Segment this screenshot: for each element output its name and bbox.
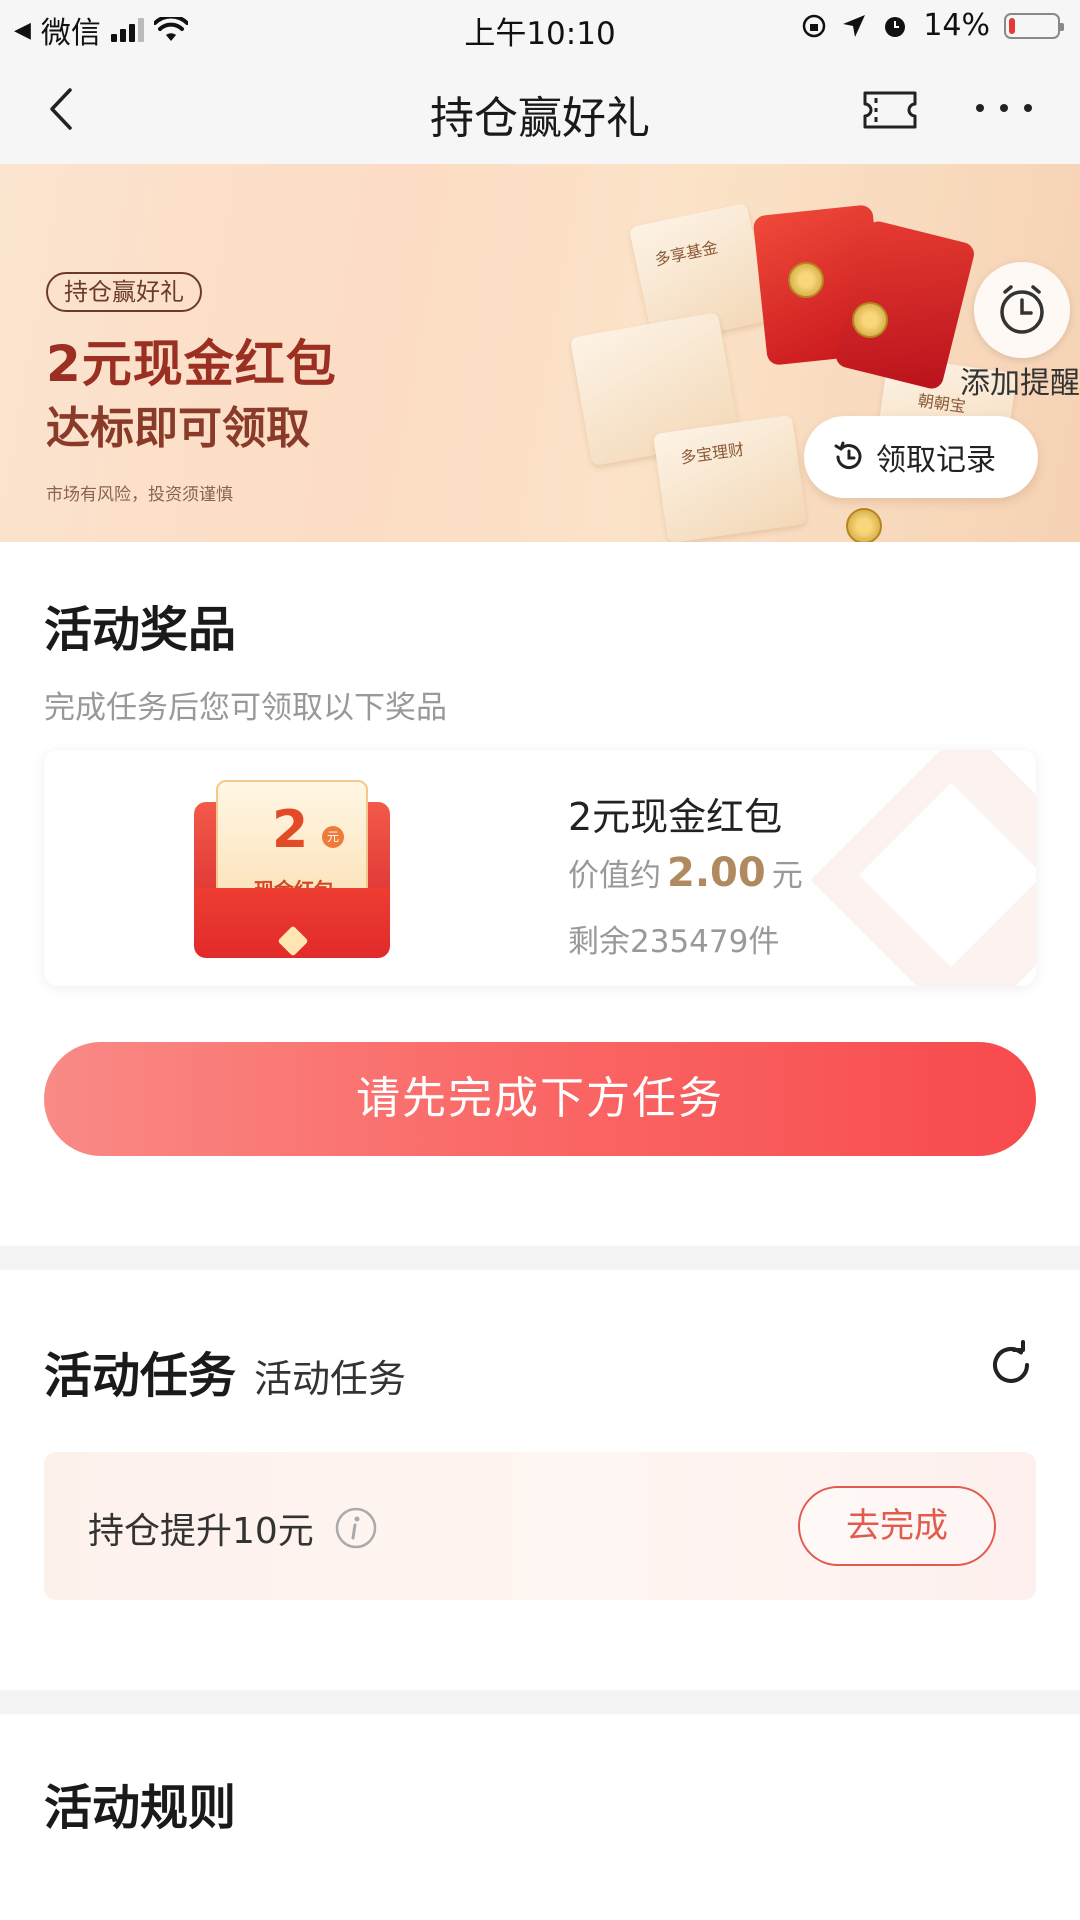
nav-bar: 持仓赢好礼: [0, 54, 1080, 164]
task-name-row: 持仓提升10元: [88, 1502, 378, 1554]
info-icon[interactable]: [334, 1506, 378, 1550]
reminder-circle: [974, 262, 1070, 358]
coin-illustration: [846, 508, 882, 542]
tasks-title: 活动任务: [44, 1348, 237, 1404]
ticket-icon[interactable]: [862, 90, 918, 130]
battery-fill: [1009, 17, 1016, 34]
tasks-header: 活动任务 活动任务: [44, 1336, 406, 1406]
prize-card: 2 元 现金红包 2元现金红包 价值约 2.00 元 剩余235479件: [44, 750, 1036, 986]
coin-illustration: [788, 262, 824, 298]
banner-tag: 持仓赢好礼: [46, 272, 202, 312]
prize-value-unit: 元: [771, 858, 803, 894]
rules-title: 活动规则: [44, 1780, 237, 1836]
page-title: 持仓赢好礼: [430, 93, 650, 144]
more-icon[interactable]: [972, 88, 1036, 128]
tasks-subtitle: 活动任务: [254, 1357, 407, 1401]
red-packet-icon: 2 元 现金红包: [194, 780, 390, 960]
claim-record-button[interactable]: 领取记录: [804, 416, 1038, 498]
alarm-clock-icon: [1000, 285, 1044, 334]
section-divider: [0, 1690, 1080, 1714]
prize-name: 2元现金红包: [568, 795, 783, 839]
task-name: 持仓提升10元: [88, 1511, 314, 1552]
rotation-lock-icon: [803, 14, 826, 37]
prizes-subtitle: 完成任务后您可领取以下奖品: [44, 690, 447, 726]
go-complete-button[interactable]: 去完成: [798, 1486, 996, 1566]
prizes-title: 活动奖品: [44, 602, 237, 658]
coin-illustration: [852, 302, 888, 338]
status-right: 14%: [801, 8, 1064, 43]
risk-notice: 市场有风险，投资须谨慎: [46, 485, 233, 505]
location-icon: [843, 14, 866, 37]
banner-headline: 2元现金红包: [46, 335, 337, 393]
refresh-icon[interactable]: [986, 1340, 1036, 1390]
add-reminder-button[interactable]: 添加提醒: [960, 262, 1080, 402]
battery-icon: [1004, 12, 1064, 39]
task-item: 持仓提升10元 去完成: [44, 1452, 1036, 1600]
red-packet-amount: 2: [272, 800, 309, 860]
battery-percent: 14%: [923, 8, 990, 43]
prize-value-prefix: 价值约: [568, 858, 661, 894]
claim-record-label: 领取记录: [876, 443, 996, 478]
prize-stock: 剩余235479件: [568, 924, 780, 960]
alarm-icon: [885, 16, 906, 37]
red-packet-unit: 元: [322, 826, 344, 848]
status-bar: ◀ 微信 上午10:10 14%: [0, 0, 1080, 54]
complete-task-first-button[interactable]: 请先完成下方任务: [44, 1042, 1036, 1156]
illustration-box: [653, 414, 807, 542]
add-reminder-label: 添加提醒: [960, 366, 1080, 401]
section-divider: [0, 1246, 1080, 1270]
prize-value-number: 2.00: [667, 850, 766, 896]
banner-subline: 达标即可领取: [46, 403, 310, 454]
prize-value: 价值约 2.00 元: [568, 850, 803, 896]
history-icon: [834, 441, 862, 470]
